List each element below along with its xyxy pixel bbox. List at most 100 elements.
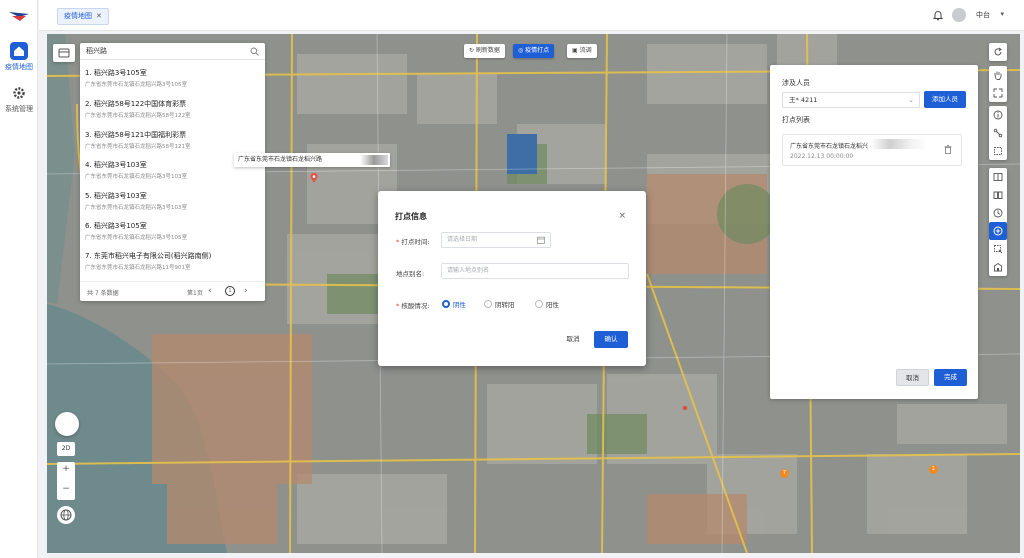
- layers-button[interactable]: [53, 44, 75, 62]
- home-icon: [10, 42, 28, 60]
- tab-epidemic-map[interactable]: 疫情地图 ✕: [57, 8, 109, 25]
- close-icon[interactable]: ✕: [96, 12, 102, 20]
- building-icon[interactable]: [989, 258, 1007, 276]
- search-query: 稻兴路: [86, 47, 107, 55]
- split-view-icon[interactable]: [989, 168, 1007, 186]
- result-address: 广东省东莞市石龙镇石龙稻兴路3号103室: [85, 205, 187, 211]
- search-result-item[interactable]: 6. 稻兴路3号105室广东省东莞市石龙镇石龙稻兴路3号105室: [85, 221, 261, 241]
- search-result-item[interactable]: 7. 东莞市稻兴电子有限公司(稻兴路南侧) 广东省东莞市石龙镇石龙稻兴路11号90…: [85, 251, 261, 271]
- alias-field[interactable]: 请输入地点别名: [441, 263, 629, 279]
- panel-cancel-button[interactable]: 取消: [896, 369, 929, 386]
- calendar-icon: [537, 236, 545, 244]
- add-person-button[interactable]: 添加人员: [924, 91, 966, 108]
- alias-placeholder: 请输入地点别名: [447, 267, 490, 274]
- result-address: 广东省东莞市石龙镇石龙稻兴路58号122室: [85, 113, 191, 119]
- nav-item-label: 疫情地图: [5, 63, 33, 71]
- pagination: 共 7 条数据 第1页 ‹ 1 ›: [80, 281, 265, 301]
- map-marker-icon[interactable]: [310, 173, 318, 183]
- popup-address: 广东省东莞市石龙镇石龙稻兴路: [238, 156, 323, 163]
- user-name[interactable]: 中台: [976, 10, 990, 20]
- nav-item-epidemic-map[interactable]: 疫情地图: [0, 42, 38, 72]
- 2d-toggle-button[interactable]: 2D: [57, 442, 75, 456]
- address-popup: 广东省东莞市石龙镇石龙稻兴路: [234, 153, 390, 167]
- total-count: 共 7 条数据: [87, 290, 119, 297]
- plot-point-button[interactable]: ◎ 疫情打点: [513, 44, 555, 58]
- redacted-mark: [360, 155, 388, 165]
- search-input[interactable]: 稻兴路: [80, 43, 265, 60]
- chevron-left-icon[interactable]: ‹: [208, 286, 212, 296]
- chevron-down-icon[interactable]: ▾: [1000, 10, 1004, 18]
- search-panel: 稻兴路 1. 稻兴路3号105室 广东省东莞市石龙镇石龙稻兴路3号105室 2. …: [80, 43, 265, 301]
- search-result-item[interactable]: 1. 稻兴路3号105室 广东省东莞市石龙镇石龙稻兴路3号105室: [85, 68, 261, 88]
- radio-positive[interactable]: 阳性: [535, 299, 559, 309]
- case-marker[interactable]: 1: [929, 465, 938, 474]
- chevron-down-icon: ⌄: [908, 96, 914, 104]
- clock-icon[interactable]: [989, 204, 1007, 222]
- plot-date: 2022.12.13 00:00:00: [790, 153, 854, 160]
- radio-neg-to-pos[interactable]: 阴转阳: [484, 299, 515, 309]
- result-address: 广东省东莞市石龙镇石龙稻兴路3号105室: [85, 82, 187, 88]
- trace-button[interactable]: ▣ 流调: [567, 44, 597, 58]
- result-address: 广东省东莞市石龙镇石龙稻兴路58号121室: [85, 144, 191, 150]
- close-icon[interactable]: ×: [618, 211, 626, 221]
- result-address: 广东省东莞市石龙镇石龙稻兴路3号103室: [85, 174, 187, 180]
- search-icon[interactable]: [250, 47, 259, 56]
- plot-time-field[interactable]: 请选择日期: [441, 232, 551, 248]
- map-dot[interactable]: [683, 406, 687, 410]
- avatar[interactable]: [952, 8, 966, 22]
- zoom-control: + −: [57, 462, 75, 500]
- dialog-cancel-button[interactable]: 取消: [558, 331, 588, 348]
- person-label: 涉及人员: [782, 79, 810, 87]
- case-marker[interactable]: 7: [780, 469, 789, 478]
- left-nav: 疫情地图 系统管理: [0, 0, 38, 558]
- add-point-icon[interactable]: [989, 222, 1007, 240]
- plot-list-item[interactable]: 广东省东莞市石龙镇石龙稻兴 2022.12.13 00:00:00: [782, 134, 962, 166]
- result-title: 3. 稻兴路58号121中国福利彩票: [85, 131, 187, 139]
- dialog-confirm-button[interactable]: 确认: [594, 331, 628, 348]
- plot-time-label: * 打点时间:: [396, 238, 430, 246]
- search-result-item[interactable]: 5. 稻兴路3号103室广东省东莞市石龙镇石龙稻兴路3号103室: [85, 191, 261, 211]
- fullscreen-icon[interactable]: [989, 84, 1007, 102]
- select-area-icon[interactable]: [989, 240, 1007, 258]
- app-logo: [9, 12, 29, 21]
- chevron-right-icon[interactable]: ›: [244, 286, 248, 296]
- alias-label: 地点别名:: [396, 270, 425, 278]
- result-address: 广东省东莞市石龙镇石龙稻兴路3号105室: [85, 235, 187, 241]
- result-title: 6. 稻兴路3号105室: [85, 222, 147, 230]
- plot-time-placeholder: 请选择日期: [447, 236, 478, 243]
- search-result-item[interactable]: 2. 稻兴路58号122中国体育彩票 广东省东莞市石龙镇石龙稻兴路58号122室: [85, 99, 261, 119]
- area-icon[interactable]: [989, 142, 1007, 160]
- radio-dot: [535, 300, 543, 308]
- map-tool-group-3: [989, 106, 1007, 160]
- refresh-data-button[interactable]: ↻ 刷新数据: [464, 44, 505, 58]
- result-title: 5. 稻兴路3号103室: [85, 192, 147, 200]
- globe-icon[interactable]: [57, 506, 75, 524]
- radio-negative[interactable]: 阴性: [442, 299, 466, 309]
- page-indicator: 第1页: [187, 290, 203, 297]
- infection-label: * 核酸情况:: [396, 302, 430, 310]
- top-bar: 疫情地图 ✕ 中台 ▾: [39, 0, 1024, 31]
- map-tool-group-1: [989, 43, 1007, 61]
- redacted-mark: [871, 139, 927, 149]
- info-icon[interactable]: [989, 106, 1007, 124]
- result-title: 2. 稻兴路58号122中国体育彩票: [85, 100, 187, 108]
- result-address: 广东省东莞市石龙镇石龙稻兴路11号901室: [85, 265, 191, 271]
- nav-item-system-admin[interactable]: 系统管理: [0, 84, 38, 114]
- refresh-icon[interactable]: [989, 43, 1007, 61]
- panel-done-button[interactable]: 完成: [934, 369, 967, 386]
- plot-address: 广东省东莞市石龙镇石龙稻兴: [790, 143, 869, 150]
- right-panel: 涉及人员 王* 4211 ⌄ 打点列表 广东省东莞市石龙镇石龙稻兴 2022.1…: [770, 65, 978, 399]
- measure-icon[interactable]: [989, 124, 1007, 142]
- book-icon[interactable]: [989, 186, 1007, 204]
- bell-icon[interactable]: [932, 9, 944, 21]
- trash-icon[interactable]: [944, 145, 952, 154]
- search-result-item[interactable]: 3. 稻兴路58号121中国福利彩票 广东省东莞市石龙镇石龙稻兴路58号121室: [85, 130, 261, 150]
- dialog-title: 打点信息: [395, 212, 427, 221]
- compass-control[interactable]: [55, 412, 79, 436]
- zoom-out-button[interactable]: −: [57, 484, 75, 494]
- hand-icon[interactable]: [989, 66, 1007, 84]
- current-page[interactable]: 1: [225, 286, 235, 296]
- radio-dot: [484, 300, 492, 308]
- zoom-in-button[interactable]: +: [57, 464, 75, 474]
- person-select[interactable]: 王* 4211 ⌄: [782, 92, 920, 108]
